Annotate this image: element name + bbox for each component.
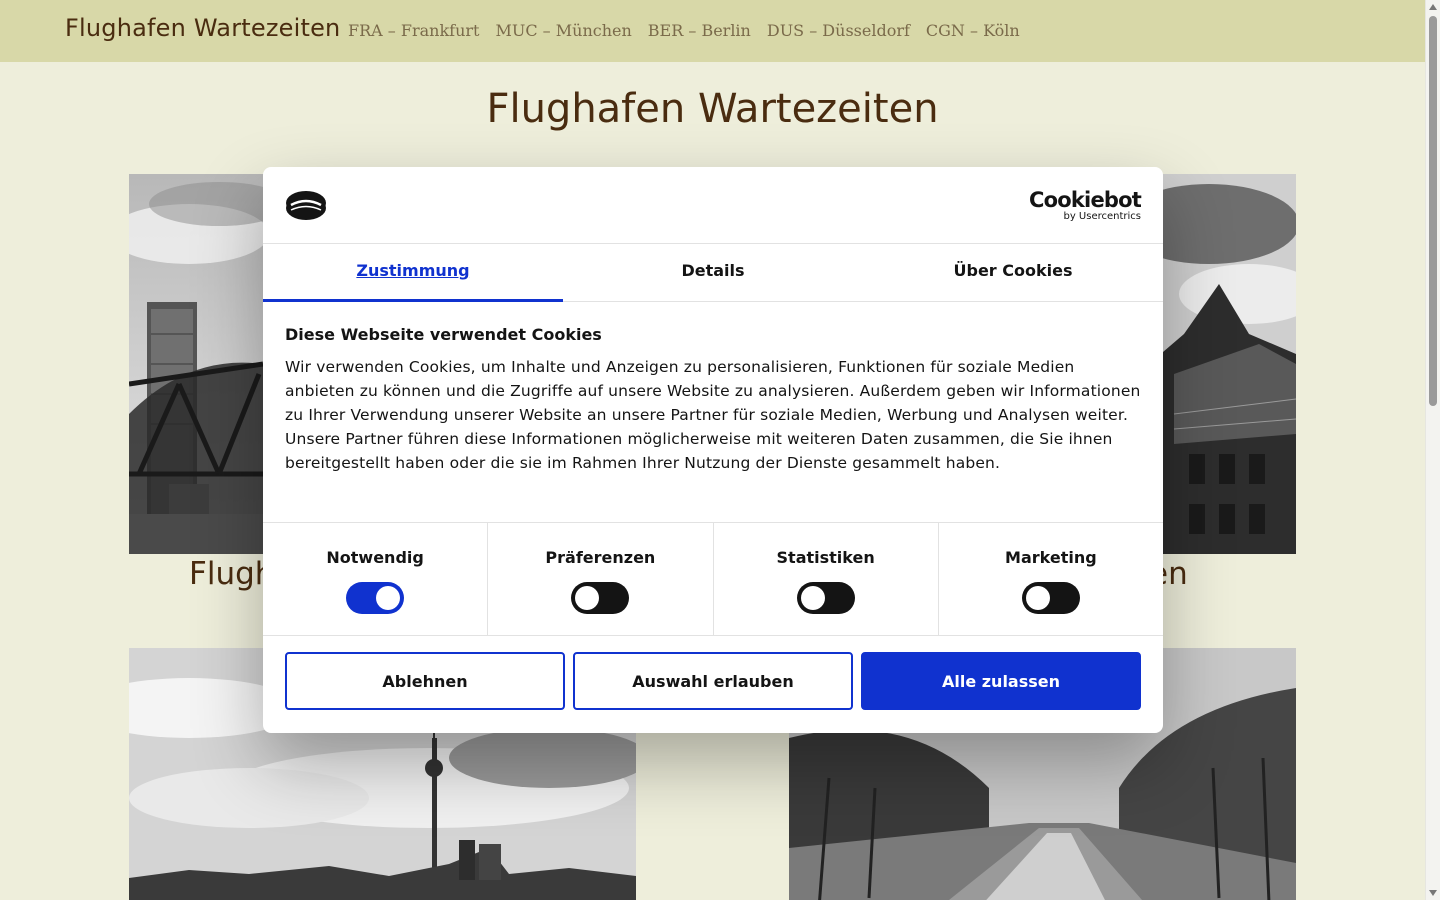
- scroll-up-icon[interactable]: [1429, 4, 1437, 10]
- cookie-consent-dialog: Cookiebot by Usercentrics Zustimmung Det…: [263, 167, 1163, 733]
- toggle-statistiken[interactable]: [796, 582, 855, 614]
- scroll-thumb[interactable]: [1429, 16, 1437, 406]
- category-statistiken: Statistiken: [714, 523, 939, 635]
- toggle-knob: [575, 586, 600, 610]
- dialog-buttons: Ablehnen Auswahl erlauben Alle zulassen: [285, 652, 1141, 710]
- toggle-knob: [800, 586, 825, 610]
- cookiebot-name: Cookiebot: [1029, 188, 1142, 212]
- nav-links: FRA – Frankfurt MUC – München BER – Berl…: [348, 21, 1020, 40]
- category-marketing: Marketing: [939, 523, 1163, 635]
- tab-zustimmung[interactable]: Zustimmung: [263, 244, 563, 302]
- cookiebot-logo[interactable]: Cookiebot by Usercentrics: [1029, 188, 1142, 223]
- nav-link-cgn[interactable]: CGN – Köln: [926, 21, 1020, 40]
- dialog-tabs: Zustimmung Details Über Cookies: [263, 244, 1163, 302]
- page-title: Flughafen Wartezeiten: [486, 86, 939, 132]
- card-title-frankfurt[interactable]: Flugh: [189, 556, 274, 592]
- tab-details[interactable]: Details: [563, 244, 863, 301]
- dialog-header: Cookiebot by Usercentrics: [263, 167, 1163, 244]
- cookie-category-toggles: Notwendig Präferenzen Statistiken Market…: [263, 522, 1163, 636]
- scroll-down-icon[interactable]: [1429, 890, 1437, 896]
- dialog-heading: Diese Webseite verwendet Cookies: [285, 325, 602, 344]
- category-notwendig: Notwendig: [263, 523, 489, 635]
- toggle-praeferenzen[interactable]: [571, 582, 630, 614]
- toggle-marketing[interactable]: [1021, 582, 1080, 614]
- toggle-notwendig[interactable]: [346, 582, 405, 614]
- decline-button[interactable]: Ablehnen: [285, 652, 565, 710]
- nav-link-fra[interactable]: FRA – Frankfurt: [348, 21, 479, 40]
- nav-link-dus[interactable]: DUS – Düsseldorf: [767, 21, 910, 40]
- toggle-knob: [376, 586, 401, 610]
- nav-link-muc[interactable]: MUC – München: [495, 21, 631, 40]
- nav-link-ber[interactable]: BER – Berlin: [648, 21, 751, 40]
- allow-selection-button[interactable]: Auswahl erlauben: [573, 652, 853, 710]
- category-label-marketing: Marketing: [1005, 548, 1097, 567]
- site-logo-icon: [286, 191, 326, 220]
- tab-ueber-cookies[interactable]: Über Cookies: [863, 244, 1163, 301]
- category-label-praeferenzen: Präferenzen: [545, 548, 656, 567]
- brand-link[interactable]: Flughafen Wartezeiten: [65, 14, 340, 42]
- top-navbar: Flughafen Wartezeiten FRA – Frankfurt MU…: [0, 0, 1425, 62]
- dialog-description: Wir verwenden Cookies, um Inhalte und An…: [285, 358, 1141, 472]
- page-scrollbar[interactable]: [1425, 0, 1440, 900]
- allow-all-button[interactable]: Alle zulassen: [861, 652, 1141, 710]
- cookiebot-subtitle: by Usercentrics: [1063, 211, 1141, 222]
- category-praeferenzen: Präferenzen: [488, 523, 714, 635]
- category-label-statistiken: Statistiken: [776, 548, 875, 567]
- category-label-notwendig: Notwendig: [326, 548, 424, 567]
- toggle-knob: [1025, 586, 1050, 610]
- dialog-body: Diese Webseite verwendet Cookies Wir ver…: [285, 325, 1141, 475]
